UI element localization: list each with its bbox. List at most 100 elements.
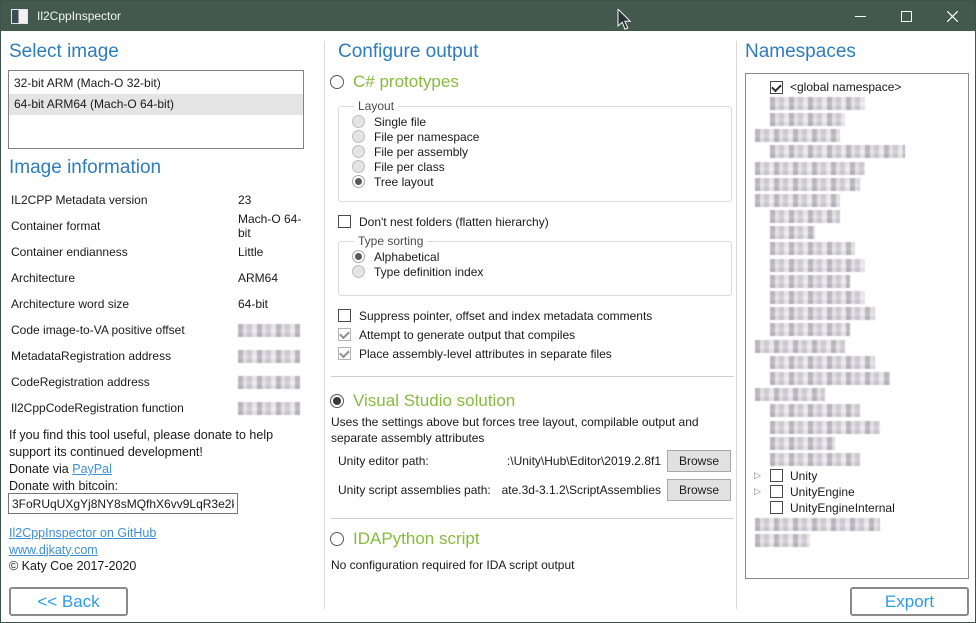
- close-icon: [947, 11, 958, 22]
- select-image-heading: Select image: [9, 41, 119, 63]
- radio-option[interactable]: Type definition index: [352, 264, 723, 279]
- namespace-redacted-row: [746, 95, 968, 111]
- bitcoin-address-input[interactable]: [8, 493, 238, 514]
- redacted-text: [755, 388, 825, 401]
- namespace-checkbox[interactable]: [770, 469, 783, 482]
- redacted-text: [755, 534, 810, 547]
- radio-label: File per class: [374, 160, 445, 174]
- image-list-item[interactable]: 32-bit ARM (Mach-O 32-bit): [9, 73, 303, 94]
- namespace-redacted-row: [746, 451, 968, 467]
- namespace-redacted-row: [746, 192, 968, 208]
- namespace-redacted-row: [746, 128, 968, 144]
- namespace-checkbox[interactable]: [770, 501, 783, 514]
- idapython-option[interactable]: IDAPython script: [330, 529, 480, 549]
- donate-block: If you find this tool useful, please don…: [9, 427, 309, 495]
- idapython-label: IDAPython script: [353, 529, 480, 549]
- radio-label: Type definition index: [374, 265, 483, 279]
- namespace-checkbox[interactable]: [770, 81, 783, 94]
- export-button[interactable]: Export: [850, 587, 969, 616]
- redacted-text: [770, 421, 880, 434]
- namespace-redacted-row: [746, 160, 968, 176]
- image-list-item[interactable]: 64-bit ARM64 (Mach-O 64-bit): [9, 94, 303, 115]
- namespace-checkbox[interactable]: [770, 485, 783, 498]
- unity-editor-path-label: Unity editor path:: [338, 454, 429, 468]
- visual-studio-label: Visual Studio solution: [353, 391, 515, 411]
- visual-studio-radio[interactable]: [330, 394, 344, 408]
- csharp-prototypes-option[interactable]: C# prototypes: [330, 72, 459, 92]
- info-row: Code image-to-VA positive offset: [11, 317, 311, 343]
- radio-icon: [352, 175, 365, 188]
- redacted-text: [755, 194, 840, 207]
- radio-option[interactable]: File per class: [352, 159, 723, 174]
- idapython-radio[interactable]: [330, 532, 344, 546]
- info-label: Container format: [11, 219, 238, 233]
- radio-option[interactable]: Tree layout: [352, 174, 723, 189]
- info-label: Container endianness: [11, 245, 238, 259]
- namespace-redacted-row: [746, 241, 968, 257]
- radio-icon: [352, 115, 365, 128]
- flatten-hierarchy-option[interactable]: Don't nest folders (flatten hierarchy): [338, 212, 549, 231]
- redacted-text: [755, 162, 865, 175]
- column-divider-left: [324, 41, 325, 609]
- info-value: Little: [238, 245, 263, 259]
- redacted-text: [770, 323, 850, 336]
- expander-icon[interactable]: ▷: [754, 487, 770, 496]
- namespace-redacted-row: [746, 176, 968, 192]
- info-row: CodeRegistration address: [11, 369, 311, 395]
- links-block: Il2CppInspector on GitHub www.djkaty.com…: [9, 525, 156, 575]
- radio-option[interactable]: Alphabetical: [352, 249, 723, 264]
- back-button[interactable]: << Back: [9, 587, 128, 616]
- checkbox-label: Place assembly-level attributes in separ…: [359, 347, 612, 361]
- close-button[interactable]: [929, 1, 975, 31]
- info-row: Architecture word size64-bit: [11, 291, 311, 317]
- radio-option[interactable]: Single file: [352, 114, 723, 129]
- radio-label: Alphabetical: [374, 250, 439, 264]
- github-link[interactable]: Il2CppInspector on GitHub: [9, 526, 156, 540]
- namespace-redacted-row: [746, 144, 968, 160]
- output-checkbox-option[interactable]: Suppress pointer, offset and index metad…: [338, 306, 652, 325]
- info-value: 23: [238, 193, 251, 207]
- redacted-value: [238, 376, 300, 389]
- radio-option[interactable]: File per assembly: [352, 144, 723, 159]
- namespaces-list[interactable]: <global namespace> ▷Unity▷UnityEngineUnit…: [745, 73, 969, 579]
- namespace-item[interactable]: ▷Unity: [746, 468, 968, 484]
- maximize-button[interactable]: [883, 1, 929, 31]
- namespace-label: <global namespace>: [790, 80, 901, 94]
- script-assemblies-browse-button[interactable]: Browse: [667, 479, 731, 501]
- expander-icon[interactable]: ▷: [754, 471, 770, 480]
- column-divider-right: [736, 41, 737, 609]
- redacted-text: [770, 372, 890, 385]
- namespace-item[interactable]: ▷UnityEngine: [746, 484, 968, 500]
- info-label: Architecture word size: [11, 297, 238, 311]
- separator: [331, 376, 734, 377]
- info-row: Container endiannessLittle: [11, 239, 311, 265]
- donate-text: If you find this tool useful, please don…: [9, 428, 273, 459]
- output-checkbox-option[interactable]: Attempt to generate output that compiles: [338, 325, 652, 344]
- website-link[interactable]: www.djkaty.com: [9, 543, 98, 557]
- redacted-text: [755, 340, 845, 353]
- checkbox-label: Suppress pointer, offset and index metad…: [359, 309, 652, 323]
- type-sorting-group-label: Type sorting: [354, 234, 427, 248]
- namespace-item[interactable]: <global namespace>: [746, 79, 968, 95]
- info-label: Architecture: [11, 271, 238, 285]
- checkbox-icon: [338, 309, 351, 322]
- select-image-list[interactable]: 32-bit ARM (Mach-O 32-bit)64-bit ARM64 (…: [8, 70, 304, 149]
- visual-studio-option[interactable]: Visual Studio solution: [330, 391, 515, 411]
- namespace-redacted-row: [746, 435, 968, 451]
- minimize-button[interactable]: [837, 1, 883, 31]
- redacted-text: [770, 145, 905, 158]
- app-icon: [11, 9, 28, 24]
- radio-option[interactable]: File per namespace: [352, 129, 723, 144]
- paypal-link[interactable]: PayPal: [72, 462, 112, 476]
- flatten-label: Don't nest folders (flatten hierarchy): [359, 215, 549, 229]
- flatten-checkbox[interactable]: [338, 215, 351, 228]
- checkbox-icon: [338, 328, 351, 341]
- window-title: Il2CppInspector: [37, 9, 121, 23]
- output-checkbox-option[interactable]: Place assembly-level attributes in separ…: [338, 344, 652, 363]
- namespace-item[interactable]: UnityEngineInternal: [746, 500, 968, 516]
- redacted-text: [770, 307, 875, 320]
- layout-group: Layout Single fileFile per namespaceFile…: [338, 99, 732, 202]
- unity-editor-browse-button[interactable]: Browse: [667, 450, 731, 472]
- csharp-prototypes-radio[interactable]: [330, 75, 344, 89]
- info-label: Il2CppCodeRegistration function: [11, 401, 238, 415]
